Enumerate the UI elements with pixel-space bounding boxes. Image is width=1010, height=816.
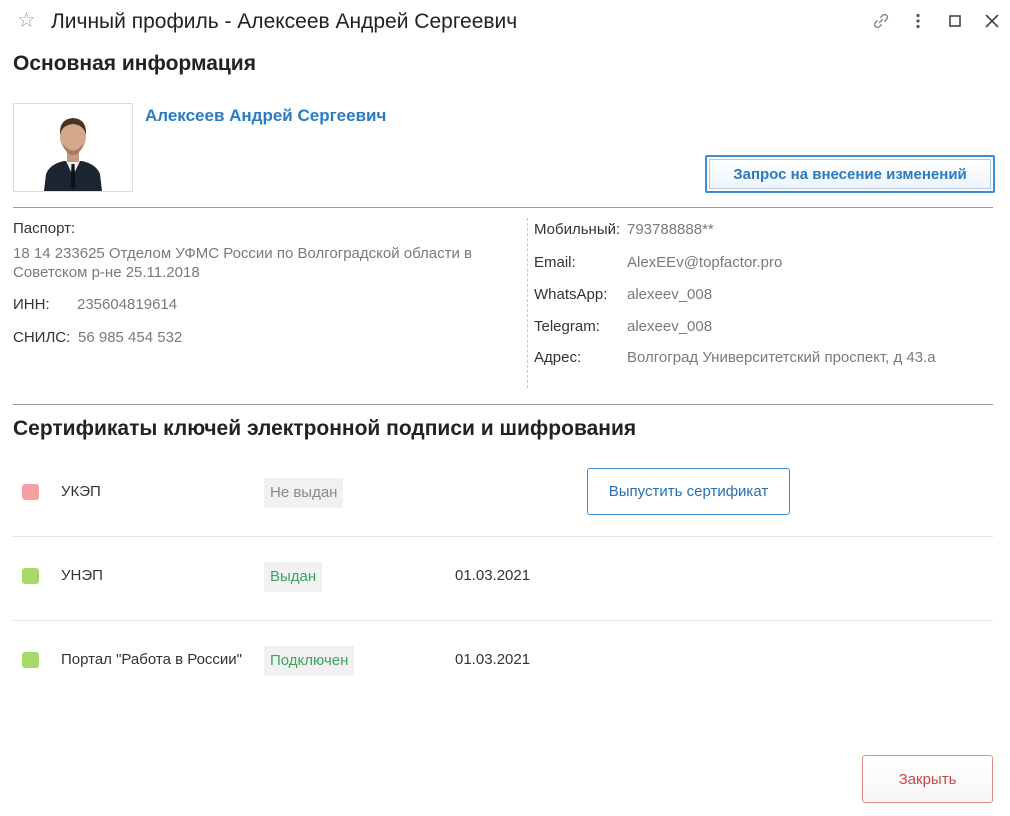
request-changes-label: Запрос на внесение изменений: [709, 159, 991, 189]
star-icon[interactable]: ☆: [17, 9, 36, 33]
status-badge: Не выдан: [264, 478, 344, 508]
more-vertical-icon[interactable]: [907, 10, 929, 32]
maximize-icon[interactable]: [944, 10, 966, 32]
passport-label: Паспорт:: [13, 220, 76, 237]
row-divider: [13, 620, 993, 621]
link-icon[interactable]: [870, 10, 892, 32]
section-heading-certificates: Сертификаты ключей электронной подписи и…: [13, 417, 637, 440]
address-label: Адрес:: [534, 349, 582, 366]
certificate-date: 01.03.2021: [455, 567, 531, 584]
snils-label: СНИЛС:: [13, 329, 71, 346]
divider: [13, 207, 993, 208]
close-icon[interactable]: [981, 10, 1003, 32]
column-divider: [527, 218, 528, 388]
email-value: AlexEEv@topfactor.pro: [627, 254, 783, 271]
inn-label: ИНН:: [13, 296, 50, 313]
status-badge: Выдан: [264, 562, 323, 592]
inn-value: 235604819614: [77, 296, 178, 313]
window-titlebar: ☆ Личный профиль - Алексеев Андрей Серге…: [0, 0, 1010, 44]
certificate-name: УНЭП: [61, 567, 103, 584]
mobile-label: Мобильный:: [534, 221, 621, 238]
certificate-date: 01.03.2021: [455, 651, 531, 668]
telegram-label: Telegram:: [534, 318, 600, 335]
passport-value: 18 14 233625 Отделом УФМС России по Волг…: [13, 245, 473, 281]
certificate-name: Портал "Работа в России": [61, 651, 242, 668]
whatsapp-label: WhatsApp:: [534, 286, 608, 303]
address-value: Волгоград Университетский проспект, д 43…: [627, 349, 936, 366]
status-badge: Подключен: [264, 646, 355, 676]
certificate-name: УКЭП: [61, 483, 101, 500]
profile-full-name: Алексеев Андрей Сергеевич: [145, 106, 387, 125]
request-changes-button[interactable]: Запрос на внесение изменений: [705, 155, 995, 193]
snils-value: 56 985 454 532: [78, 329, 183, 346]
issue-certificate-button[interactable]: Выпустить сертификат: [587, 468, 790, 515]
avatar: [13, 103, 133, 192]
close-button[interactable]: Закрыть: [862, 755, 993, 803]
row-divider: [13, 536, 993, 537]
mobile-value: 793788888**: [627, 221, 714, 238]
section-heading-main-info: Основная информация: [13, 52, 256, 75]
whatsapp-value: alexeev_008: [627, 286, 713, 303]
status-indicator-icon: [22, 652, 39, 668]
window-title: Личный профиль - Алексеев Андрей Сергеев…: [51, 10, 518, 33]
divider: [13, 404, 993, 405]
status-indicator-icon: [22, 568, 39, 584]
email-label: Email:: [534, 254, 576, 271]
telegram-value: alexeev_008: [627, 318, 713, 335]
status-indicator-icon: [22, 484, 39, 500]
